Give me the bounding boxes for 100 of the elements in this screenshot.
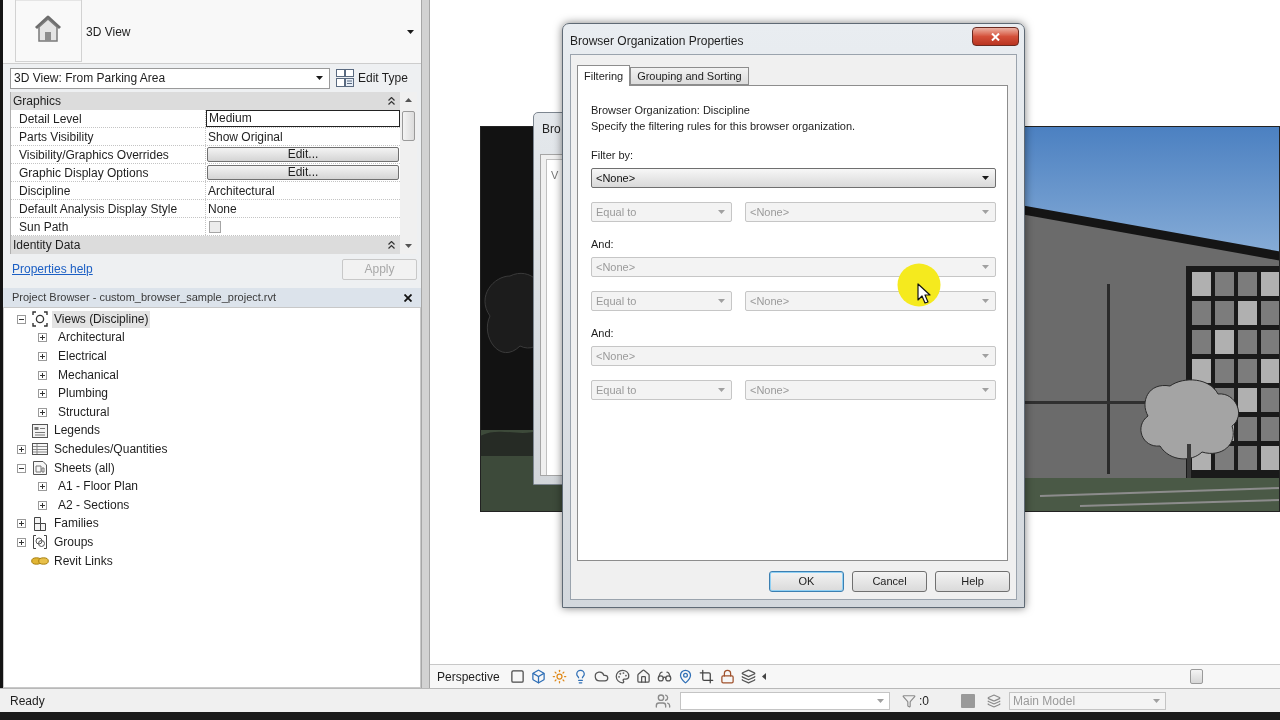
house-icon[interactable] bbox=[635, 669, 651, 684]
blocks-icon bbox=[32, 515, 48, 532]
edit-button[interactable]: Edit... bbox=[207, 147, 399, 162]
caret-icon bbox=[718, 388, 725, 392]
pin-icon[interactable] bbox=[677, 669, 693, 684]
tree-item[interactable]: Mechanical bbox=[56, 366, 121, 384]
filter-icon[interactable] bbox=[902, 693, 916, 708]
category-title: Identity Data bbox=[13, 237, 81, 254]
rule-label: Filter by: bbox=[591, 148, 635, 162]
panel-title: Project Browser - custom_browser_sample_project.rvt bbox=[12, 290, 277, 306]
tree-item[interactable]: A1 - Floor Plan bbox=[56, 478, 141, 496]
collapse-icon[interactable] bbox=[388, 241, 395, 249]
tree-item[interactable]: Sheets (all) bbox=[52, 459, 117, 477]
tree-item[interactable]: Families bbox=[52, 515, 101, 533]
collapse-icon[interactable] bbox=[388, 97, 395, 105]
table-icon bbox=[32, 441, 48, 458]
edit-type-icon bbox=[336, 69, 354, 87]
close-button[interactable] bbox=[404, 293, 412, 302]
cursor-highlight-icon bbox=[897, 263, 941, 307]
house-icon bbox=[15, 0, 82, 62]
panel-text: V bbox=[551, 169, 559, 181]
tree-item[interactable]: Electrical bbox=[56, 348, 109, 365]
value-field[interactable]: Medium bbox=[206, 110, 400, 127]
tree-item[interactable]: Architectural bbox=[56, 329, 127, 347]
scroll-down-icon[interactable] bbox=[405, 244, 412, 248]
scroll-up-icon[interactable] bbox=[405, 98, 412, 102]
property-value: Architectural bbox=[207, 182, 275, 200]
view-mode-label: Perspective bbox=[437, 668, 500, 686]
edit-type-button[interactable]: Edit Type bbox=[336, 69, 408, 87]
caret-icon bbox=[1153, 698, 1160, 703]
category-title: Graphics bbox=[13, 93, 62, 110]
plus-box-icon[interactable] bbox=[17, 444, 26, 454]
close-icon bbox=[404, 293, 412, 302]
tree-item[interactable]: Revit Links bbox=[52, 552, 115, 570]
view-dropdown[interactable]: 3D View: From Parking Area bbox=[10, 67, 330, 89]
window-title: Bro bbox=[542, 121, 562, 138]
scrollbar-thumb[interactable] bbox=[1190, 669, 1203, 684]
scrollbar-thumb[interactable] bbox=[402, 111, 415, 141]
minus-box-icon[interactable] bbox=[17, 463, 26, 473]
tree-item[interactable]: Groups bbox=[52, 533, 96, 551]
cube-icon[interactable] bbox=[530, 669, 546, 684]
crop-icon[interactable] bbox=[698, 669, 714, 684]
caret-icon bbox=[407, 29, 414, 34]
plus-box-icon[interactable] bbox=[17, 519, 26, 529]
users-icon[interactable] bbox=[655, 692, 671, 709]
tree-item[interactable]: Structural bbox=[56, 403, 112, 421]
description-text: Specify the filtering rules for this browser organization. bbox=[591, 119, 857, 134]
status-message: Ready bbox=[9, 692, 45, 710]
minus-box-icon[interactable] bbox=[17, 314, 26, 324]
property-value: Show Original bbox=[207, 128, 283, 146]
layers-icon[interactable] bbox=[987, 693, 1001, 708]
dialog-button[interactable]: Cancel bbox=[852, 571, 927, 592]
plus-box-icon[interactable] bbox=[17, 537, 26, 547]
palette-icon[interactable] bbox=[614, 669, 630, 684]
cloud-icon[interactable] bbox=[593, 669, 609, 684]
caret-icon bbox=[982, 354, 989, 358]
tree-item[interactable]: Schedules/Quantities bbox=[52, 440, 170, 458]
layers-icon[interactable] bbox=[740, 669, 756, 684]
tree-item[interactable]: Legends bbox=[52, 422, 103, 440]
tree-item[interactable]: Plumbing bbox=[56, 385, 111, 403]
tab[interactable]: Filtering bbox=[577, 65, 631, 86]
caret-icon bbox=[718, 210, 725, 214]
plus-box-icon[interactable] bbox=[38, 500, 47, 510]
square-icon[interactable] bbox=[509, 669, 525, 684]
dialog-button[interactable]: Help bbox=[935, 571, 1010, 592]
plus-box-icon[interactable] bbox=[38, 333, 47, 343]
plus-box-icon[interactable] bbox=[38, 407, 47, 417]
window-title: Browser Organization Properties bbox=[570, 33, 744, 50]
checkbox[interactable] bbox=[209, 221, 221, 233]
property-label: Parts Visibility bbox=[19, 128, 94, 146]
lock-icon[interactable] bbox=[719, 669, 735, 684]
parameter-select[interactable]: <None> bbox=[591, 168, 996, 188]
tree-item[interactable]: A2 - Sections bbox=[56, 496, 132, 514]
glasses-icon[interactable] bbox=[656, 669, 672, 684]
filter-count: :0 bbox=[919, 692, 929, 710]
property-label: Graphic Display Options bbox=[19, 164, 149, 182]
rule-label: And: bbox=[591, 326, 615, 340]
sheet-icon bbox=[32, 460, 48, 477]
property-label: Default Analysis Display Style bbox=[19, 200, 178, 218]
caret-icon bbox=[718, 299, 725, 303]
plus-box-icon[interactable] bbox=[38, 352, 47, 361]
scroll-left-icon[interactable] bbox=[761, 673, 766, 680]
caret-icon bbox=[982, 388, 989, 392]
property-label: Visibility/Graphics Overrides bbox=[19, 146, 169, 164]
help-link[interactable]: Properties help bbox=[12, 260, 93, 278]
plus-box-icon[interactable] bbox=[38, 370, 47, 380]
edit-button[interactable]: Edit... bbox=[207, 165, 399, 180]
type-selector[interactable]: 3D View bbox=[3, 0, 421, 64]
bracket-icon bbox=[32, 534, 48, 551]
list-icon bbox=[32, 422, 48, 439]
property-value: None bbox=[207, 200, 237, 218]
dialog-button[interactable]: OK bbox=[769, 571, 844, 592]
heading-text: Browser Organization: Discipline bbox=[591, 103, 751, 118]
plus-box-icon[interactable] bbox=[38, 482, 47, 492]
frame-icon bbox=[32, 311, 48, 328]
plus-box-icon[interactable] bbox=[38, 389, 47, 399]
tree-item[interactable]: Views (Discipline) bbox=[52, 310, 151, 328]
close-button[interactable] bbox=[972, 27, 1019, 46]
tab[interactable]: Grouping and Sorting bbox=[630, 67, 749, 85]
caret-icon bbox=[877, 698, 884, 703]
